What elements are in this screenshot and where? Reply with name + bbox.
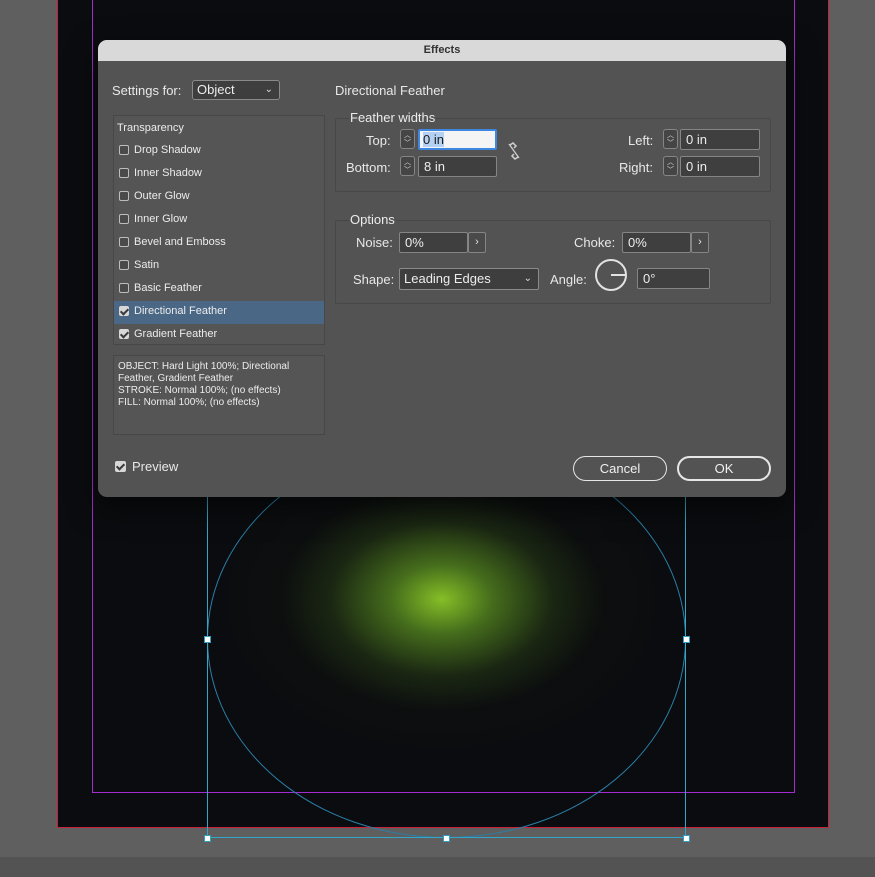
effect-label: Drop Shadow: [134, 144, 201, 156]
effect-label: Inner Shadow: [134, 167, 202, 179]
unlinked-chain-icon[interactable]: [506, 142, 522, 160]
effect-checkbox[interactable]: [119, 329, 129, 339]
stepper-down-icon[interactable]: ﹀: [404, 140, 411, 147]
ok-button[interactable]: OK: [677, 456, 771, 481]
effect-label: Outer Glow: [134, 190, 190, 202]
effect-item[interactable]: Satin: [114, 255, 324, 278]
effect-item[interactable]: Outer Glow: [114, 186, 324, 209]
dialog-title: Effects: [98, 40, 786, 61]
angle-input[interactable]: 0°: [637, 268, 710, 289]
top-label: Top:: [366, 133, 391, 148]
noise-input[interactable]: 0%: [399, 232, 468, 253]
effect-item[interactable]: Basic Feather: [114, 278, 324, 301]
shape-select[interactable]: Leading Edges ⌄: [399, 268, 539, 290]
effects-dialog: Effects Settings for: Object ⌄ Transpare…: [98, 40, 786, 497]
effect-checkbox[interactable]: [119, 168, 129, 178]
left-label: Left:: [628, 133, 654, 148]
effect-item[interactable]: Directional Feather: [114, 301, 324, 324]
angle-label: Angle:: [550, 272, 587, 287]
stepper-down-icon[interactable]: ﹀: [667, 140, 674, 147]
top-input[interactable]: 0 in: [418, 129, 497, 150]
effect-label: Basic Feather: [134, 282, 202, 294]
bottom-stepper[interactable]: ︿ ﹀: [400, 156, 415, 176]
chevron-down-icon: ⌄: [523, 273, 532, 284]
effect-checkbox[interactable]: [119, 237, 129, 247]
selection-bounding-box[interactable]: [207, 440, 686, 838]
effect-label: Satin: [134, 259, 160, 271]
shape-value: Leading Edges: [404, 271, 491, 286]
chevron-right-icon[interactable]: ›: [468, 232, 486, 253]
cancel-button[interactable]: Cancel: [573, 456, 667, 481]
effect-checkbox[interactable]: [119, 214, 129, 224]
summary-fill: FILL: Normal 100%; (no effects): [118, 397, 260, 408]
choke-input[interactable]: 0%: [622, 232, 691, 253]
summary-object: OBJECT: Hard Light 100%; Directional Fea…: [118, 361, 290, 384]
effect-label: Bevel and Emboss: [134, 236, 226, 248]
chevron-down-icon: ⌄: [264, 84, 273, 95]
choke-label: Choke:: [574, 235, 616, 250]
options-title: Options: [349, 212, 396, 227]
left-input[interactable]: 0 in: [680, 129, 760, 150]
stepper-up-icon[interactable]: ︿: [667, 159, 674, 166]
resize-handle-bottom-right[interactable]: [683, 835, 690, 842]
effect-label: Inner Glow: [134, 213, 188, 225]
stepper-down-icon[interactable]: ﹀: [404, 167, 411, 174]
chevron-right-icon[interactable]: ›: [691, 232, 709, 253]
effect-checkbox[interactable]: [119, 260, 129, 270]
stepper-up-icon[interactable]: ︿: [404, 159, 411, 166]
preview-checkbox[interactable]: Preview: [113, 459, 193, 477]
summary-stroke: STROKE: Normal 100%; (no effects): [118, 385, 281, 396]
effect-checkbox[interactable]: [119, 145, 129, 155]
feather-widths-title: Feather widths: [349, 110, 437, 125]
settings-for-value: Object: [197, 82, 235, 97]
resize-handle-bottom[interactable]: [443, 835, 450, 842]
resize-handle-bottom-left[interactable]: [204, 835, 211, 842]
top-stepper[interactable]: ︿ ﹀: [400, 129, 415, 149]
right-stepper[interactable]: ︿ ﹀: [663, 156, 678, 176]
bottom-input[interactable]: 8 in: [418, 156, 497, 177]
bottom-label: Bottom:: [346, 160, 391, 175]
panel-title: Directional Feather: [335, 83, 445, 98]
preview-label: Preview: [132, 459, 179, 474]
effects-list: Transparency Drop Shadow Inner Shadow Oute…: [113, 115, 325, 345]
effect-item[interactable]: Gradient Feather: [114, 324, 324, 347]
effect-item[interactable]: Inner Glow: [114, 209, 324, 232]
right-input[interactable]: 0 in: [680, 156, 760, 177]
resize-handle-left[interactable]: [204, 636, 211, 643]
settings-for-select[interactable]: Object ⌄: [192, 80, 280, 100]
settings-for-label: Settings for:: [112, 83, 182, 98]
noise-label: Noise:: [356, 235, 393, 250]
effect-label: Directional Feather: [134, 305, 227, 317]
stepper-up-icon[interactable]: ︿: [667, 132, 674, 139]
effect-label: Gradient Feather: [134, 328, 218, 340]
resize-handle-right[interactable]: [683, 636, 690, 643]
stepper-up-icon[interactable]: ︿: [404, 132, 411, 139]
effect-item[interactable]: Bevel and Emboss: [114, 232, 324, 255]
stepper-down-icon[interactable]: ﹀: [667, 167, 674, 174]
effects-summary: OBJECT: Hard Light 100%; Directional Fea…: [113, 355, 325, 435]
left-stepper[interactable]: ︿ ﹀: [663, 129, 678, 149]
effect-item[interactable]: Drop Shadow: [114, 140, 324, 163]
pasteboard: [0, 857, 875, 877]
shape-label: Shape:: [353, 272, 395, 287]
effect-item[interactable]: Inner Shadow: [114, 163, 324, 186]
right-label: Right:: [619, 160, 653, 175]
preview-check-icon[interactable]: [115, 461, 126, 472]
effect-checkbox[interactable]: [119, 283, 129, 293]
effect-checkbox[interactable]: [119, 191, 129, 201]
list-heading-transparency[interactable]: Transparency: [117, 122, 184, 134]
angle-dial-icon[interactable]: [595, 259, 627, 291]
effect-checkbox[interactable]: [119, 306, 129, 316]
